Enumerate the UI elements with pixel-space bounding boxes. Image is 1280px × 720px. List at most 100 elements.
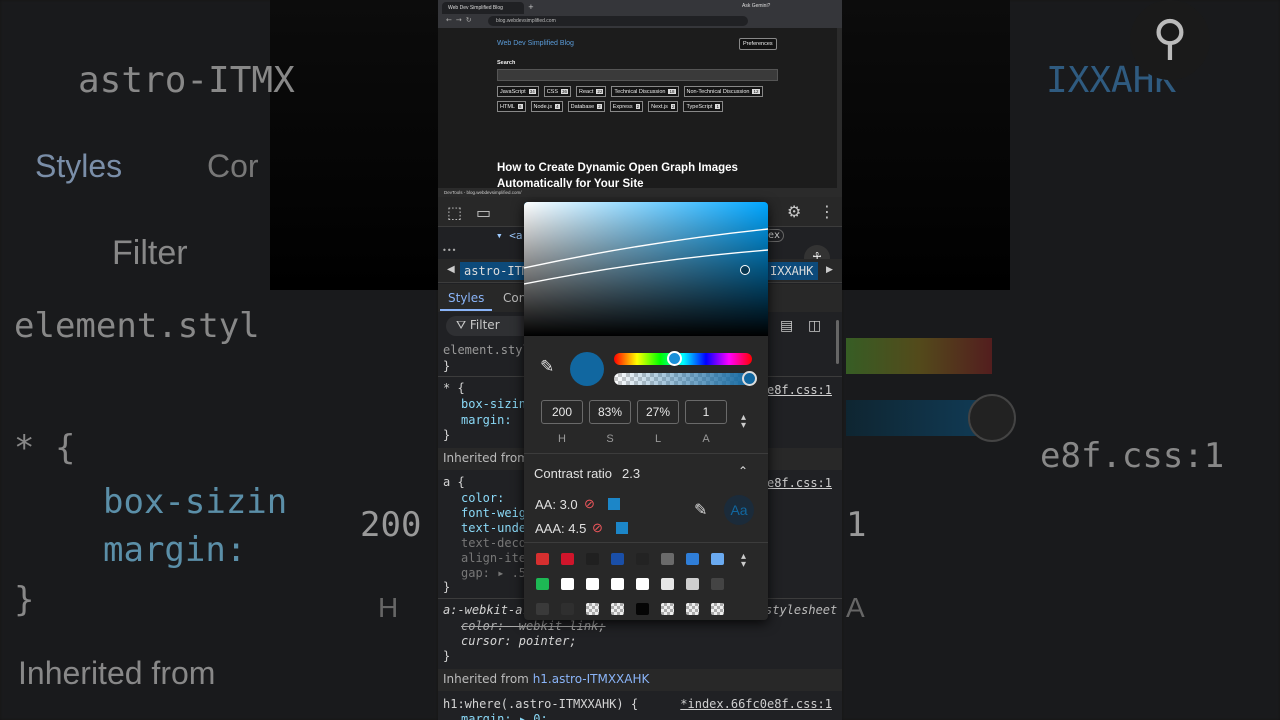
palette-switch-icon[interactable]: ▴ ▾: [741, 552, 746, 570]
tag-name: Non-Technical Discussion: [686, 88, 750, 95]
palette-swatch[interactable]: [536, 578, 549, 590]
tag-chip[interactable]: Node.js 4: [530, 101, 563, 112]
prop-align-items[interactable]: align-ite: [461, 551, 526, 565]
tab-styles[interactable]: Styles: [448, 291, 484, 305]
palette-swatch[interactable]: [586, 553, 599, 565]
h1-source-link[interactable]: *index.66fc0e8f.css:1: [680, 697, 832, 711]
tag-chip[interactable]: TypeScript 1: [683, 101, 723, 112]
prop-text-decoration[interactable]: text-unde: [461, 521, 526, 535]
prop-color[interactable]: color:: [461, 491, 504, 505]
tag-chip[interactable]: Express 2: [609, 101, 644, 112]
background-hue-bar: [846, 338, 992, 374]
prop-font-weight[interactable]: font-weig: [461, 506, 526, 520]
color-picker: ✎ 200 83% 27% 1 ▴ ▾ H S L A Contrast rati…: [524, 202, 768, 620]
breadcrumb-right-arrow-icon[interactable]: ▶: [826, 265, 833, 275]
alpha-slider-handle[interactable]: [742, 371, 757, 386]
prop-h1-margin[interactable]: margin: ▸ 0;: [461, 712, 548, 720]
background-star-rule: * {: [14, 428, 76, 468]
palette-swatch[interactable]: [661, 553, 674, 565]
eyedropper-icon[interactable]: ✎: [540, 357, 554, 377]
nav-buttons[interactable]: ←→↻: [446, 16, 476, 24]
lightness-input[interactable]: 27%: [637, 400, 679, 424]
prop-text-deco[interactable]: text-deco: [461, 536, 526, 550]
alpha-slider[interactable]: [614, 373, 752, 385]
preferences-button[interactable]: Preferences: [739, 38, 777, 50]
palette-swatch[interactable]: [636, 553, 649, 565]
aaa-suggest-swatch[interactable]: [616, 522, 628, 534]
palette-swatch[interactable]: [536, 603, 549, 615]
collapse-chevron-icon[interactable]: ⌃: [738, 464, 748, 478]
aaa-label: AAA: 4.5: [535, 521, 587, 536]
tag-chip[interactable]: Database 2: [567, 101, 605, 112]
rule-close-1: }: [443, 359, 451, 373]
palette-swatch[interactable]: [611, 578, 624, 590]
inspect-element-icon[interactable]: ⬚: [447, 205, 462, 221]
background-box-sizing: box-sizin: [103, 482, 288, 522]
a-source-link[interactable]: 0e8f.css:1: [760, 476, 832, 490]
browser-tab[interactable]: Web Dev Simplified Blog: [442, 2, 524, 14]
breadcrumb-left-arrow-icon[interactable]: ◀: [447, 264, 455, 275]
palette-swatch[interactable]: [536, 553, 549, 565]
palette-swatch[interactable]: [636, 603, 649, 615]
palette-swatch[interactable]: [711, 553, 724, 565]
palette-swatch[interactable]: [686, 603, 699, 615]
saturation-input[interactable]: 83%: [589, 400, 631, 424]
tag-chip[interactable]: Non-Technical Discussion 12: [683, 86, 763, 97]
palette-swatch[interactable]: [686, 578, 699, 590]
search-input[interactable]: [497, 69, 778, 81]
saturation-lightness-area[interactable]: [524, 202, 768, 336]
page-scrollbar[interactable]: [837, 28, 842, 188]
background-eyedropper-icon[interactable]: ✎: [694, 500, 707, 520]
color-handle[interactable]: [740, 265, 750, 275]
prop-margin[interactable]: margin:: [461, 413, 512, 427]
palette-swatch[interactable]: [561, 553, 574, 565]
prop-box-sizing[interactable]: box-sizin: [461, 397, 526, 411]
aa-suggest-swatch[interactable]: [608, 498, 620, 510]
tag-chip[interactable]: CSS 36: [543, 86, 572, 97]
tag-name: Next.js: [651, 103, 668, 110]
ellipsis[interactable]: •••: [442, 246, 456, 255]
hue-slider-handle[interactable]: [667, 351, 682, 366]
ask-gemini-button[interactable]: Ask Gemini?: [742, 3, 770, 9]
tag-count: 18: [668, 89, 676, 94]
tag-chip[interactable]: HTML 6: [497, 101, 526, 112]
alpha-input[interactable]: 1: [685, 400, 727, 424]
address-bar[interactable]: blog.webdevsimplified.com: [488, 16, 748, 26]
palette-swatch[interactable]: [686, 553, 699, 565]
element-line[interactable]: ▾ <a: [496, 229, 523, 242]
background-crumb-left: astro-ITMX: [78, 60, 295, 101]
hue-slider[interactable]: [614, 353, 752, 365]
prop-gap[interactable]: gap: ▸ .5: [461, 566, 526, 580]
paint-brush-icon[interactable]: ▤: [780, 318, 793, 334]
hue-input[interactable]: 200: [541, 400, 583, 424]
device-toolbar-icon[interactable]: ▭: [476, 205, 491, 221]
settings-gear-icon[interactable]: ⚙: [787, 204, 801, 220]
palette-swatch[interactable]: [711, 603, 724, 615]
inherited-element-link[interactable]: h1.astro-ITMXXAHK: [533, 672, 650, 686]
site-title-link[interactable]: Web Dev Simplified Blog: [497, 40, 574, 47]
palette-swatch[interactable]: [561, 578, 574, 590]
more-options-icon[interactable]: ⋮: [819, 204, 835, 220]
styles-scrollbar[interactable]: [836, 320, 839, 364]
tag-chip[interactable]: Technical Discussion 18: [611, 86, 679, 97]
palette-swatch[interactable]: [561, 603, 574, 615]
divider: [524, 453, 768, 454]
palette-swatch[interactable]: [661, 578, 674, 590]
format-toggle-icon[interactable]: ▴ ▾: [741, 413, 746, 431]
tag-chip[interactable]: JavaScript 34: [497, 86, 539, 97]
tag-chip[interactable]: Next.js 2: [648, 101, 679, 112]
palette-swatch[interactable]: [636, 578, 649, 590]
star-source-link[interactable]: 0e8f.css:1: [760, 383, 832, 397]
rule-webkit-any-link: a:-webkit-ar: [443, 603, 530, 617]
palette-swatch[interactable]: [611, 553, 624, 565]
breadcrumb-item-right[interactable]: IXXAHK: [766, 262, 818, 280]
sidebar-toggle-icon[interactable]: ◫: [808, 318, 821, 334]
tab-computed[interactable]: Con: [503, 291, 526, 305]
palette-swatch[interactable]: [586, 578, 599, 590]
new-tab-button[interactable]: +: [528, 3, 534, 11]
palette-swatch[interactable]: [611, 603, 624, 615]
palette-swatch[interactable]: [711, 578, 724, 590]
palette-swatch[interactable]: [661, 603, 674, 615]
tag-chip[interactable]: React 22: [576, 86, 607, 97]
palette-swatch[interactable]: [586, 603, 599, 615]
